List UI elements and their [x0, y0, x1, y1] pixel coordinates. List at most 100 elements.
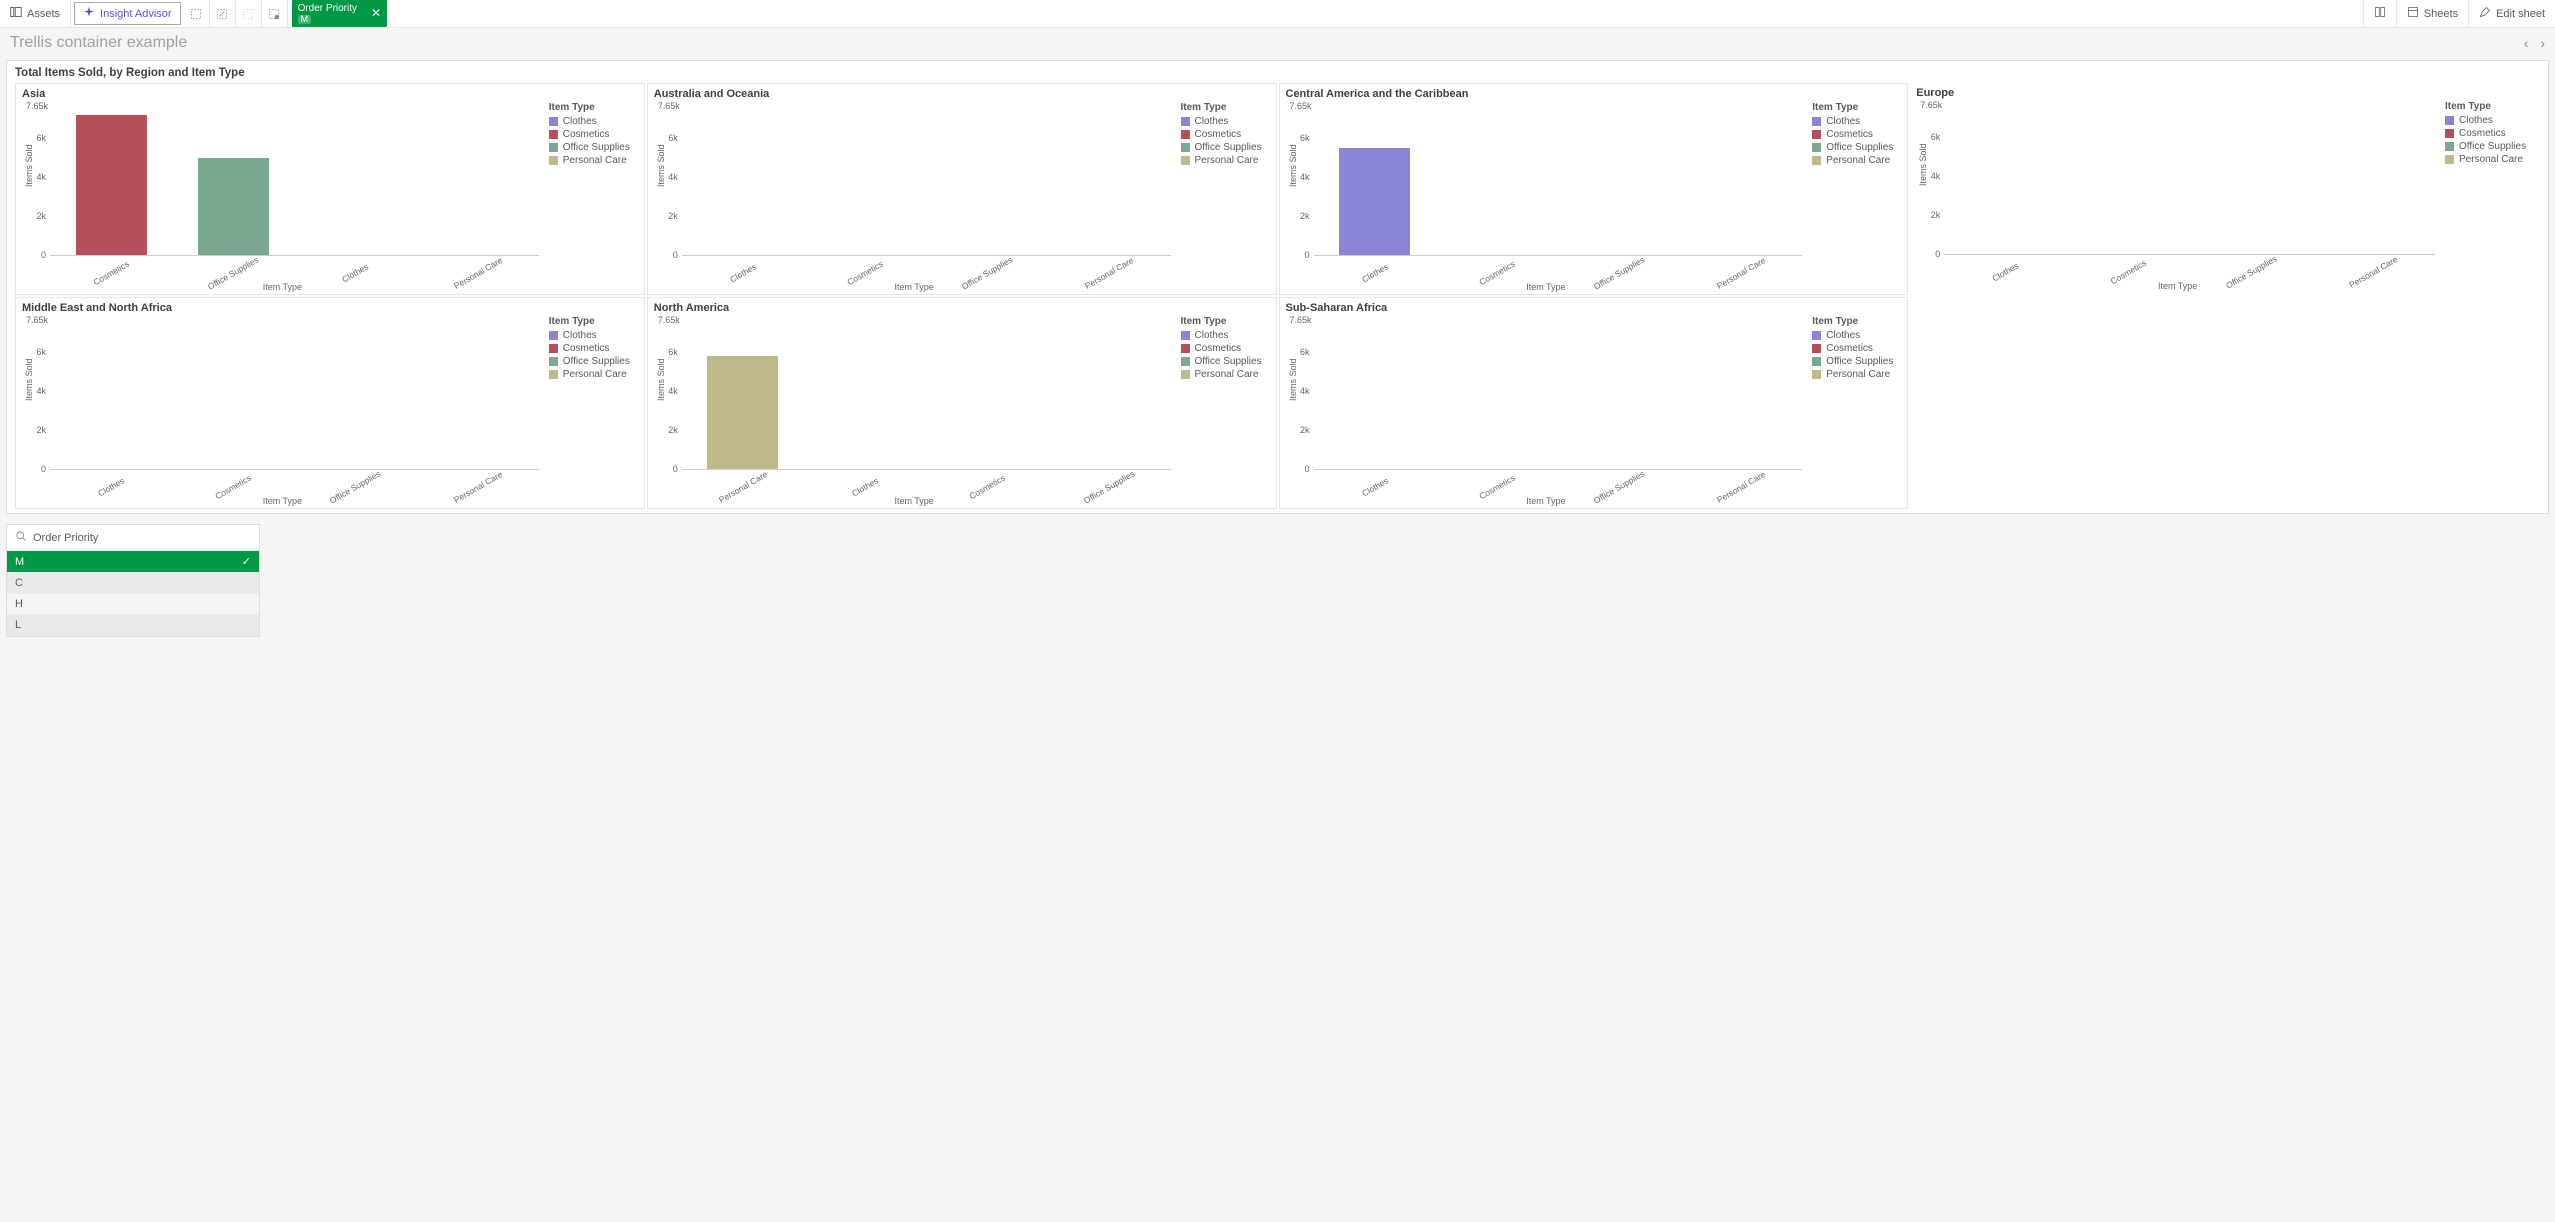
- legend-item[interactable]: Office Supplies: [1812, 142, 1901, 153]
- legend-item[interactable]: Personal Care: [1181, 155, 1270, 166]
- panel-title: Australia and Oceania: [654, 88, 1270, 100]
- trellis-panel[interactable]: Central America and the Caribbean Items …: [1279, 83, 1909, 295]
- legend-item[interactable]: Personal Care: [549, 155, 638, 166]
- legend-item[interactable]: Office Supplies: [1181, 356, 1270, 367]
- trellis-panel[interactable]: Middle East and North Africa Items Sold …: [15, 297, 645, 509]
- chart-area[interactable]: Items Sold 7.65k6k4k2k0 Personal CareClo…: [654, 316, 1175, 506]
- prev-sheet-icon[interactable]: ‹: [2524, 35, 2529, 51]
- legend-item[interactable]: Clothes: [1181, 330, 1270, 341]
- bar[interactable]: [707, 356, 778, 469]
- assets-button[interactable]: Assets: [0, 0, 71, 27]
- edit-sheet-button[interactable]: Edit sheet: [2468, 0, 2555, 27]
- legend-item[interactable]: Cosmetics: [2445, 128, 2534, 139]
- trellis-panel[interactable]: North America Items Sold 7.65k6k4k2k0 Pe…: [647, 297, 1277, 509]
- trellis-panel[interactable]: Sub-Saharan Africa Items Sold 7.65k6k4k2…: [1279, 297, 1909, 509]
- legend-item[interactable]: Office Supplies: [1181, 142, 1270, 153]
- filter-item[interactable]: L: [7, 615, 259, 636]
- filter-item[interactable]: C: [7, 573, 259, 594]
- y-tick-label: 7.65k: [26, 101, 46, 111]
- legend-item[interactable]: Clothes: [1812, 116, 1901, 127]
- step-back-icon[interactable]: [236, 0, 262, 27]
- assets-icon: [10, 6, 22, 21]
- lasso-select-icon[interactable]: [210, 0, 236, 27]
- bookmarks-button[interactable]: [2363, 0, 2396, 27]
- selection-chip[interactable]: Order Priority M ✕: [292, 0, 388, 27]
- legend: Item TypeClothesCosmeticsOffice Supplies…: [543, 316, 638, 506]
- bar[interactable]: [198, 158, 269, 255]
- sheet-title-bar: Trellis container example ‹ ›: [0, 28, 2555, 58]
- legend-swatch: [1812, 370, 1821, 379]
- chart-area[interactable]: Items Sold 7.65k6k4k2k0 CosmeticsOffice …: [22, 102, 543, 292]
- legend-item[interactable]: Clothes: [549, 330, 638, 341]
- legend-title: Item Type: [1181, 102, 1270, 113]
- chart-area[interactable]: Items Sold 7.65k6k4k2k0 ClothesCosmetics…: [1286, 316, 1807, 506]
- legend-label: Clothes: [1826, 116, 1860, 127]
- legend-item[interactable]: Office Supplies: [549, 142, 638, 153]
- legend-item[interactable]: Cosmetics: [549, 343, 638, 354]
- trellis-panel[interactable]: Asia Items Sold 7.65k6k4k2k0 CosmeticsOf…: [15, 83, 645, 295]
- bar[interactable]: [1339, 148, 1410, 255]
- legend-item[interactable]: Cosmetics: [1812, 343, 1901, 354]
- edit-label: Edit sheet: [2496, 8, 2545, 20]
- legend-label: Office Supplies: [1195, 356, 1262, 367]
- legend-item[interactable]: Cosmetics: [549, 129, 638, 140]
- legend-item[interactable]: Clothes: [2445, 115, 2534, 126]
- next-sheet-icon[interactable]: ›: [2540, 35, 2545, 51]
- close-icon[interactable]: ✕: [371, 7, 381, 20]
- legend-item[interactable]: Office Supplies: [549, 356, 638, 367]
- trellis-panel[interactable]: Australia and Oceania Items Sold 7.65k6k…: [647, 83, 1277, 295]
- y-tick-label: 0: [658, 464, 678, 474]
- y-tick-label: 4k: [1290, 172, 1310, 182]
- legend-item[interactable]: Personal Care: [2445, 154, 2534, 165]
- legend-item[interactable]: Personal Care: [1812, 155, 1901, 166]
- legend-item[interactable]: Office Supplies: [1812, 356, 1901, 367]
- y-tick-label: 6k: [26, 133, 46, 143]
- legend-label: Personal Care: [563, 155, 627, 166]
- legend-item[interactable]: Clothes: [1181, 116, 1270, 127]
- legend-item[interactable]: Personal Care: [1181, 369, 1270, 380]
- legend-item[interactable]: Cosmetics: [1181, 129, 1270, 140]
- legend-item[interactable]: Clothes: [549, 116, 638, 127]
- legend-title: Item Type: [1812, 102, 1901, 113]
- chart-area[interactable]: Items Sold 7.65k6k4k2k0 ClothesCosmetics…: [654, 102, 1175, 292]
- y-tick-label: 0: [26, 464, 46, 474]
- insight-advisor-button[interactable]: Insight Advisor: [74, 2, 181, 25]
- legend-item[interactable]: Personal Care: [549, 369, 638, 380]
- x-axis-label: Item Type: [654, 496, 1175, 506]
- y-tick-label: 6k: [658, 133, 678, 143]
- legend-title: Item Type: [1812, 316, 1901, 327]
- y-tick-label: 2k: [1920, 210, 1940, 220]
- sheets-button[interactable]: Sheets: [2396, 0, 2468, 27]
- clear-selections-icon[interactable]: [262, 0, 288, 27]
- filter-header[interactable]: Order Priority: [7, 525, 259, 551]
- y-tick-label: 4k: [658, 386, 678, 396]
- x-axis-label: Item Type: [1286, 282, 1807, 292]
- chart-area[interactable]: Items Sold 7.65k6k4k2k0 ClothesCosmetics…: [22, 316, 543, 506]
- legend-item[interactable]: Personal Care: [1812, 369, 1901, 380]
- chart-area[interactable]: Items Sold 7.65k6k4k2k0 ClothesCosmetics…: [1286, 102, 1807, 292]
- chart-area[interactable]: Items Sold 7.65k6k4k2k0 ClothesCosmetics…: [1916, 101, 2439, 291]
- x-axis-label: Item Type: [1916, 281, 2439, 291]
- legend: Item Type Clothes Cosmetics Office Supplies…: [1175, 316, 1270, 506]
- trellis-panel[interactable]: Europe Items Sold 7.65k6k4k2k0 ClothesCo…: [1910, 83, 2540, 295]
- filter-item[interactable]: M✓: [7, 551, 259, 573]
- legend-label: Cosmetics: [1195, 129, 1242, 140]
- smart-select-icon[interactable]: [184, 0, 210, 27]
- legend-item[interactable]: Clothes: [1812, 330, 1901, 341]
- bar[interactable]: [76, 115, 147, 255]
- legend-title: Item Type: [2445, 101, 2534, 112]
- legend-swatch: [1181, 344, 1190, 353]
- y-tick-label: 7.65k: [1920, 100, 1940, 110]
- y-tick-label: 2k: [658, 425, 678, 435]
- legend-item[interactable]: Office Supplies: [2445, 141, 2534, 152]
- legend-item[interactable]: Cosmetics: [1812, 129, 1901, 140]
- legend-label: Cosmetics: [563, 129, 610, 140]
- panel-title: Asia: [22, 88, 638, 100]
- filter-item[interactable]: H: [7, 594, 259, 615]
- legend: Item TypeClothesCosmeticsOffice Supplies…: [543, 102, 638, 292]
- legend-label: Cosmetics: [563, 343, 610, 354]
- legend-title: Item Type: [1181, 316, 1270, 327]
- legend-swatch: [1812, 344, 1821, 353]
- legend-item[interactable]: Cosmetics: [1181, 343, 1270, 354]
- y-tick-label: 4k: [1920, 171, 1940, 181]
